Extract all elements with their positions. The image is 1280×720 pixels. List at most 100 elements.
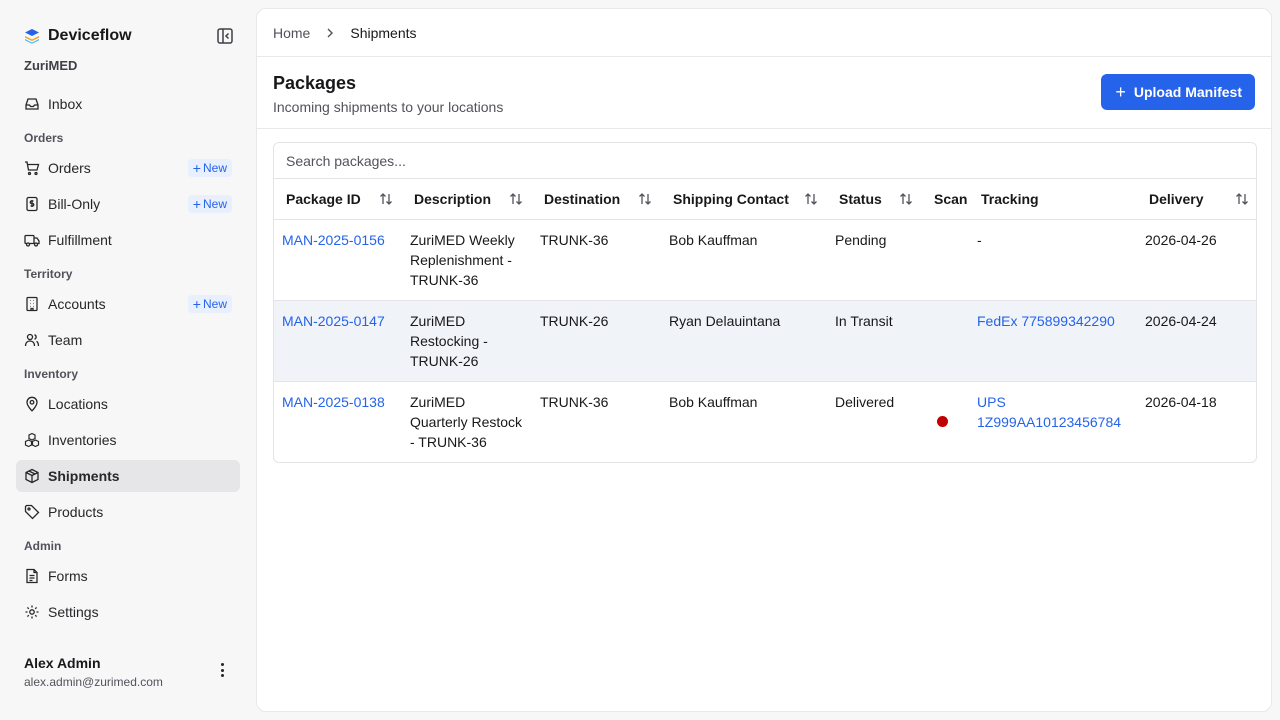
scan-cell bbox=[922, 219, 969, 301]
breadcrumb-home[interactable]: Home bbox=[273, 25, 310, 41]
sidebar-item-label: Shipments bbox=[48, 468, 120, 484]
destination-cell: TRUNK-36 bbox=[540, 393, 609, 410]
sidebar-item-team[interactable]: Team bbox=[16, 324, 240, 356]
section-territory: Territory bbox=[24, 267, 73, 281]
sidebar-toggle-icon[interactable] bbox=[216, 27, 234, 45]
description-cell: ZuriMED Restocking - TRUNK-26 bbox=[402, 300, 532, 382]
plus-icon: + bbox=[1115, 82, 1126, 102]
main-panel: Home Shipments Packages Incoming shipmen… bbox=[256, 8, 1272, 712]
new-order-button[interactable]: + New bbox=[187, 159, 232, 177]
column-delivery[interactable]: Delivery bbox=[1137, 179, 1256, 220]
sidebar-item-label: Locations bbox=[48, 396, 108, 412]
sort-icon[interactable] bbox=[898, 191, 914, 207]
status-cell: Delivered bbox=[835, 393, 895, 410]
delivery-cell: 2026-04-26 bbox=[1137, 219, 1256, 301]
new-bill-only-button[interactable]: + New bbox=[187, 195, 232, 213]
section-admin: Admin bbox=[24, 539, 62, 553]
status-cell: In Transit bbox=[827, 300, 922, 382]
sidebar-item-label: Team bbox=[48, 332, 83, 348]
sidebar-item-label: Accounts bbox=[48, 296, 106, 312]
column-status[interactable]: Status bbox=[827, 179, 922, 220]
status-cell: Pending bbox=[827, 219, 922, 301]
building-icon bbox=[26, 296, 38, 312]
column-label: Status bbox=[839, 190, 882, 207]
tracking-link[interactable]: FedEx 775899342290 bbox=[977, 313, 1115, 329]
plus-icon: + bbox=[192, 296, 201, 312]
contact-cell: Ryan Delauintana bbox=[661, 300, 827, 382]
description-cell: ZuriMED Quarterly Restock - TRUNK-36 bbox=[410, 393, 523, 450]
column-description[interactable]: Description bbox=[402, 179, 532, 220]
tracking-link[interactable]: UPS 1Z999AA10123456784 bbox=[977, 394, 1121, 430]
upload-manifest-label: Upload Manifest bbox=[1133, 84, 1242, 100]
more-vertical-icon[interactable] bbox=[214, 661, 230, 679]
tag-icon bbox=[24, 504, 40, 520]
table-header-row: Package ID Description Destination Shipp… bbox=[274, 179, 1256, 220]
brand[interactable]: Deviceflow bbox=[16, 22, 240, 50]
org-name: ZuriMED bbox=[24, 58, 78, 73]
sidebar-item-label: Inbox bbox=[48, 96, 83, 112]
column-label: Description bbox=[414, 190, 492, 207]
description-cell: ZuriMED Weekly Replenishment - TRUNK-36 bbox=[402, 219, 532, 301]
package-id-link[interactable]: MAN-2025-0147 bbox=[282, 313, 385, 329]
page-header: Packages Incoming shipments to your loca… bbox=[257, 57, 1271, 129]
table-row[interactable]: MAN-2025-0156 ZuriMED Weekly Replenishme… bbox=[274, 219, 1256, 301]
sidebar: Deviceflow ZuriMED Inbox Orders Orders +… bbox=[0, 0, 256, 720]
badge-label: New bbox=[202, 161, 227, 175]
sidebar-item-fulfillment[interactable]: Fulfillment bbox=[16, 224, 240, 256]
delivery-cell: 2026-04-18 bbox=[1145, 393, 1217, 410]
sidebar-item-locations[interactable]: Locations bbox=[16, 388, 240, 420]
sort-icon[interactable] bbox=[1234, 191, 1250, 207]
gear-icon bbox=[25, 605, 39, 619]
scan-cell bbox=[922, 381, 969, 462]
sidebar-item-inbox[interactable]: Inbox bbox=[16, 88, 240, 120]
package-icon bbox=[25, 468, 39, 484]
column-package-id[interactable]: Package ID bbox=[274, 179, 402, 220]
cart-icon bbox=[25, 161, 40, 176]
sidebar-item-label: Products bbox=[48, 504, 104, 520]
sidebar-item-label: Orders bbox=[48, 160, 91, 176]
sidebar-item-forms[interactable]: Forms bbox=[16, 560, 240, 592]
column-destination[interactable]: Destination bbox=[532, 179, 661, 220]
plus-icon: + bbox=[192, 160, 201, 176]
user-menu[interactable]: Alex Admin alex.admin@zurimed.com bbox=[16, 636, 240, 720]
chevron-right-icon bbox=[324, 27, 336, 39]
sidebar-item-inventories[interactable]: Inventories bbox=[16, 424, 240, 456]
sidebar-item-products[interactable]: Products bbox=[16, 496, 240, 528]
column-label: Scan bbox=[934, 190, 968, 207]
new-account-button[interactable]: + New bbox=[187, 295, 232, 313]
upload-manifest-button[interactable]: + Upload Manifest bbox=[1101, 74, 1255, 110]
section-inventory: Inventory bbox=[24, 367, 79, 381]
sidebar-item-label: Settings bbox=[48, 604, 99, 620]
delivery-cell: 2026-04-24 bbox=[1137, 300, 1256, 382]
sort-icon[interactable] bbox=[803, 191, 819, 207]
sidebar-item-accounts[interactable]: Accounts + New bbox=[16, 288, 240, 320]
table-row[interactable]: MAN-2025-0138 ZuriMED Quarterly Restock … bbox=[274, 381, 1256, 462]
column-label: Shipping Contact bbox=[673, 190, 789, 207]
table-row[interactable]: MAN-2025-0147 ZuriMED Restocking - TRUNK… bbox=[274, 300, 1256, 382]
user-email: alex.admin@zurimed.com bbox=[24, 675, 163, 689]
sidebar-item-shipments[interactable]: Shipments bbox=[16, 460, 240, 492]
sort-icon[interactable] bbox=[508, 191, 524, 207]
packages-table-card: Package ID Description Destination Shipp… bbox=[273, 142, 1257, 463]
boxes-icon bbox=[24, 432, 40, 448]
package-id-link[interactable]: MAN-2025-0156 bbox=[282, 232, 385, 248]
deviceflow-logo-icon bbox=[25, 29, 39, 44]
column-shipping-contact[interactable]: Shipping Contact bbox=[661, 179, 827, 220]
package-id-link[interactable]: MAN-2025-0138 bbox=[282, 394, 385, 410]
sort-icon[interactable] bbox=[637, 191, 653, 207]
sidebar-item-bill-only[interactable]: Bill-Only + New bbox=[16, 188, 240, 220]
users-icon bbox=[24, 333, 40, 347]
sidebar-item-orders[interactable]: Orders + New bbox=[16, 152, 240, 184]
file-text-icon bbox=[26, 568, 38, 584]
plus-icon: + bbox=[192, 196, 201, 212]
scan-status-dot-icon bbox=[937, 415, 948, 427]
receipt-icon bbox=[26, 196, 38, 212]
sidebar-item-settings[interactable]: Settings bbox=[16, 596, 240, 628]
scan-cell bbox=[922, 300, 969, 382]
sort-icon[interactable] bbox=[378, 191, 394, 207]
user-name: Alex Admin bbox=[24, 655, 101, 671]
destination-cell: TRUNK-36 bbox=[532, 219, 661, 301]
search-input[interactable] bbox=[274, 143, 1256, 179]
column-label: Package ID bbox=[286, 190, 361, 207]
truck-icon bbox=[24, 234, 40, 247]
